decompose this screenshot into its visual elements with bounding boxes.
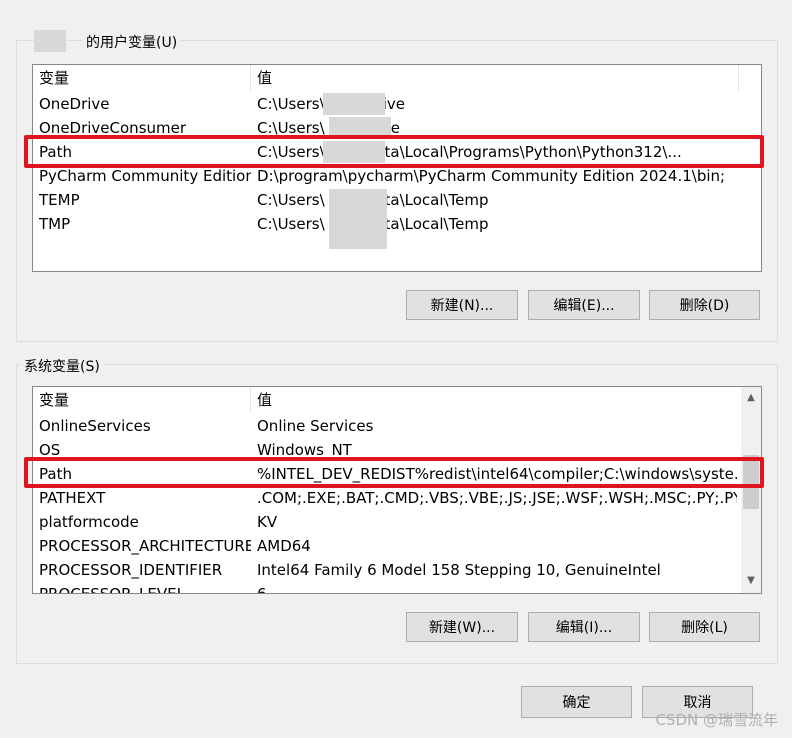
redacted-username xyxy=(323,93,385,115)
column-header-value[interactable]: 值 xyxy=(257,387,272,413)
list-item[interactable]: PROCESSOR_ARCHITECTURE AMD64 xyxy=(33,534,739,558)
list-item[interactable]: PyCharm Community Edition D:\program\pych… xyxy=(33,164,761,188)
user-delete-button[interactable]: 删除(D) xyxy=(649,290,760,320)
list-item[interactable]: TEMP C:\Users\ \AppData\Local\Temp xyxy=(33,188,761,212)
user-variables-title: 的用户变量(U) xyxy=(82,32,182,52)
redacted-username xyxy=(323,141,385,163)
redacted-username xyxy=(329,117,391,139)
column-header-variable[interactable]: 变量 xyxy=(39,387,69,413)
list-item[interactable]: TMP C:\Users\ \AppData\Local\Temp xyxy=(33,212,761,236)
list-item[interactable]: OneDriveConsumerC:\Users\ OneDrive xyxy=(33,116,761,140)
system-edit-button[interactable]: 编辑(I)... xyxy=(528,612,640,642)
column-header-variable[interactable]: 变量 xyxy=(39,65,69,91)
list-item[interactable]: PROCESSOR_LEVEL 6 xyxy=(33,582,739,593)
list-header: 变量 值 xyxy=(33,65,761,91)
list-item[interactable]: platformcode KV xyxy=(33,510,739,534)
redacted-username xyxy=(329,189,387,249)
system-new-button[interactable]: 新建(W)... xyxy=(406,612,518,642)
list-item[interactable]: Path %INTEL_DEV_REDIST%redist\intel64\com… xyxy=(33,462,739,486)
list-item[interactable]: OneDriveC:\Users\ \OneDrive xyxy=(33,92,761,116)
system-variables-title: 系统变量(S) xyxy=(20,356,104,376)
watermark: CSDN @瑞雪流年 xyxy=(655,711,778,729)
user-edit-button[interactable]: 编辑(E)... xyxy=(528,290,640,320)
scroll-down-icon[interactable]: ▼ xyxy=(741,572,761,590)
column-header-value[interactable]: 值 xyxy=(257,65,272,91)
user-variables-list[interactable]: 变量 值 OneDriveC:\Users\ \OneDrive OneDriv… xyxy=(32,64,762,272)
list-item[interactable]: PROCESSOR_IDENTIFIER Intel64 Family 6 Mod… xyxy=(33,558,739,582)
list-item[interactable]: OS Windows_NT xyxy=(33,438,739,462)
scroll-up-icon[interactable]: ▲ xyxy=(741,389,761,407)
scrollbar-thumb[interactable] xyxy=(743,455,759,509)
system-delete-button[interactable]: 删除(L) xyxy=(649,612,760,642)
list-header: 变量 值 xyxy=(33,387,761,413)
list-item[interactable]: PATHEXT .COM;.EXE;.BAT;.CMD;.VBS;.VBE;.JS… xyxy=(33,486,739,510)
ok-button[interactable]: 确定 xyxy=(521,686,632,718)
system-variables-list[interactable]: 变量 值 OnlineServices Online Services OS Win… xyxy=(32,386,762,594)
redacted-username xyxy=(34,30,66,52)
list-item[interactable]: Path C:\Users\ \AppData\Local\Programs\Py… xyxy=(33,140,761,164)
user-new-button[interactable]: 新建(N)... xyxy=(406,290,518,320)
list-item[interactable]: OnlineServices Online Services xyxy=(33,414,739,438)
vertical-scrollbar[interactable]: ▲ ▼ xyxy=(741,387,761,593)
